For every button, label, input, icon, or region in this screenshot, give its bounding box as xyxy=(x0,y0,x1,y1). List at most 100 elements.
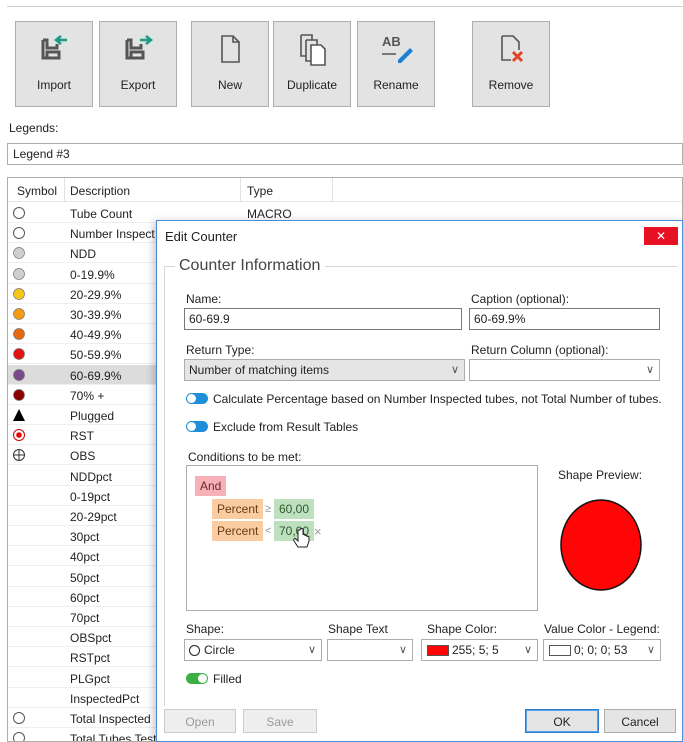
circle-darkorange-icon xyxy=(12,327,26,341)
circle-outline-icon xyxy=(12,711,26,725)
name-input[interactable]: 60-69.9 xyxy=(184,308,462,330)
value-color-label: Value Color - Legend: xyxy=(544,622,660,636)
condition-operator[interactable]: ≥ xyxy=(265,503,271,515)
circle-gray-icon xyxy=(12,246,26,260)
shape-preview-label: Shape Preview: xyxy=(558,468,643,482)
symbol-empty xyxy=(12,529,26,543)
conditions-label: Conditions to be met: xyxy=(188,450,302,464)
export-icon xyxy=(100,32,176,68)
calc-percentage-label: Calculate Percentage based on Number Ins… xyxy=(213,392,662,406)
filled-toggle[interactable] xyxy=(186,673,208,684)
caption-input[interactable]: 60-69.9% xyxy=(469,308,660,330)
legends-label: Legends: xyxy=(9,121,59,135)
rename-icon: AB xyxy=(358,32,434,68)
circle-darkred-icon xyxy=(12,388,26,402)
symbol-empty xyxy=(12,590,26,604)
row-description: 20-29.9% xyxy=(70,287,122,302)
toolbar-divider xyxy=(7,6,683,7)
legend-selector[interactable]: Legend #3 xyxy=(7,143,683,165)
row-description: NDD xyxy=(70,247,96,262)
symbol-empty xyxy=(12,509,26,523)
duplicate-button[interactable]: Duplicate xyxy=(273,21,351,107)
calc-percentage-toggle[interactable] xyxy=(186,393,208,404)
export-button[interactable]: Export xyxy=(99,21,177,107)
dialog-title: Edit Counter xyxy=(165,229,238,244)
condition-operator[interactable]: < xyxy=(265,525,271,537)
symbol-empty xyxy=(12,570,26,584)
rename-button[interactable]: AB Rename xyxy=(357,21,435,107)
return-type-value: Number of matching items xyxy=(189,363,330,377)
group-border xyxy=(325,266,677,267)
shape-value: Circle xyxy=(204,643,235,657)
symbol-empty xyxy=(12,549,26,563)
row-description: 40-49.9% xyxy=(70,328,122,343)
row-description: OBS xyxy=(70,449,96,464)
hand-cursor-icon xyxy=(293,528,311,553)
return-type-select[interactable]: Number of matching items ∨ xyxy=(184,359,465,381)
circle-orange-icon xyxy=(12,307,26,321)
row-description: Total Inspected xyxy=(70,712,151,726)
shape-preview xyxy=(559,498,643,592)
symbol-empty xyxy=(12,650,26,664)
column-header-symbol[interactable]: Symbol xyxy=(17,184,57,198)
shape-color-value: 255; 5; 5 xyxy=(452,643,499,657)
row-description: Plugged xyxy=(70,409,115,423)
import-icon xyxy=(16,32,92,68)
row-description: 20-29pct xyxy=(70,510,117,524)
shape-text-label: Shape Text xyxy=(328,622,388,636)
row-description: Number Inspect xyxy=(70,227,155,242)
shape-text-select[interactable]: ∨ xyxy=(327,639,413,661)
chevron-down-icon: ∨ xyxy=(398,644,407,656)
circle-outline-icon xyxy=(12,731,26,741)
shape-color-swatch xyxy=(427,645,449,656)
row-description: InspectedPct xyxy=(70,691,140,706)
chevron-down-icon: ∨ xyxy=(450,364,459,376)
column-separator xyxy=(240,178,241,202)
triangle-black-icon xyxy=(12,408,26,422)
condition-value-chip[interactable]: 60,00 xyxy=(274,499,315,519)
shape-color-select[interactable]: 255; 5; 5 ∨ xyxy=(421,639,538,661)
row-description: 50pct xyxy=(70,570,100,585)
open-button[interactable]: Open xyxy=(164,709,236,733)
row-type: MACRO xyxy=(247,207,292,221)
group-border xyxy=(164,266,165,706)
toggle-knob xyxy=(198,674,207,683)
row-description: 30pct xyxy=(70,530,100,545)
condition-field-chip[interactable]: Percent xyxy=(212,499,264,519)
row-description: 70% + xyxy=(70,388,105,403)
row-description: 70pct xyxy=(70,611,100,625)
column-header-description[interactable]: Description xyxy=(70,184,130,198)
circle-outline-icon xyxy=(12,206,26,220)
row-description: 60pct xyxy=(70,590,100,605)
remove-button[interactable]: Remove xyxy=(472,21,550,107)
toolbar: Import Export New Duplicate AB Rename Re… xyxy=(0,0,683,116)
return-column-select[interactable]: ∨ xyxy=(469,359,660,381)
close-button[interactable]: ✕ xyxy=(644,227,678,245)
import-button[interactable]: Import xyxy=(15,21,93,107)
ok-button[interactable]: OK xyxy=(525,709,599,733)
row-description: RST xyxy=(70,429,94,444)
column-separator xyxy=(332,178,333,202)
remove-condition-icon[interactable]: × xyxy=(314,524,322,539)
symbol-empty xyxy=(12,489,26,503)
value-color-select[interactable]: 0; 0; 0; 53 ∨ xyxy=(543,639,661,661)
circle-red-icon xyxy=(12,347,26,361)
circle-purple-icon xyxy=(12,368,26,382)
cancel-button[interactable]: Cancel xyxy=(604,709,676,733)
shape-select[interactable]: Circle ∨ xyxy=(184,639,322,661)
and-operator-chip[interactable]: And xyxy=(195,476,227,496)
exclude-results-toggle[interactable] xyxy=(186,421,208,432)
save-button[interactable]: Save xyxy=(243,709,317,733)
row-description: OBSpct xyxy=(70,631,112,646)
toggle-knob xyxy=(187,422,196,431)
column-header-type[interactable]: Type xyxy=(247,184,273,198)
row-description: 0-19.9% xyxy=(70,267,115,282)
return-type-label: Return Type: xyxy=(186,343,255,357)
conditions-editor[interactable]: And Percent ≥ 60,00 Percent < 70,00 × xyxy=(186,465,538,611)
row-description: 30-39.9% xyxy=(70,308,122,322)
new-button[interactable]: New xyxy=(191,21,269,107)
row-description: 0-19pct xyxy=(70,489,111,504)
group-border xyxy=(164,266,175,267)
condition-field-chip[interactable]: Percent xyxy=(212,521,264,541)
circle-cross-icon xyxy=(12,448,26,462)
